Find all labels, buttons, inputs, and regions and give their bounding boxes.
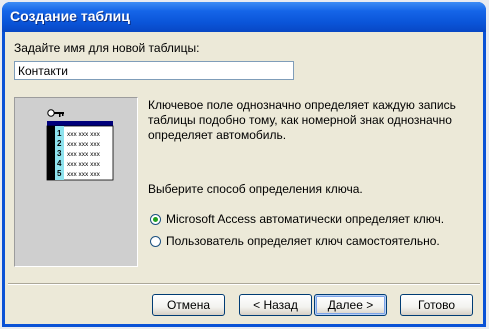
option-auto-key[interactable]: Microsoft Access автоматически определяе…	[150, 211, 444, 227]
window-title: Создание таблиц	[10, 8, 130, 24]
row-number: 3	[57, 149, 62, 158]
row-cells: xxx xxx xxx	[67, 171, 101, 178]
key-method-prompt: Выберите способ определения ключа.	[148, 182, 363, 196]
row-cells: xxx xxx xxx	[67, 151, 101, 158]
option-auto-key-label: Microsoft Access автоматически определяе…	[166, 212, 444, 226]
row-cells: xxx xxx xxx	[67, 131, 101, 138]
option-auto-key-label-text: Microsoft Access автоматически определяе…	[166, 212, 445, 226]
row-number: 1	[57, 129, 62, 138]
title-bar[interactable]: Создание таблиц	[2, 2, 486, 32]
next-button[interactable]: Далее >	[314, 294, 387, 316]
row-cells: xxx xxx xxx	[67, 141, 101, 148]
back-button[interactable]: < Назад	[239, 294, 312, 316]
table-name-input[interactable]	[14, 61, 294, 80]
key-illustration: 1 xxx xxx xxx 2 xxx xxx xxx 3 xxx xxx xxx 4 xxx…	[14, 97, 138, 267]
key-description: Ключевое поле однозначно определяет кажд…	[148, 98, 456, 142]
option-user-key-label: Пользователь определяет ключ самостоятел…	[166, 234, 440, 248]
dialog-window: Создание таблиц Задайте имя для новой та…	[2, 2, 486, 327]
finish-button[interactable]: Готово	[400, 294, 473, 316]
table-key-picture: 1 xxx xxx xxx 2 xxx xxx xxx 3 xxx xxx xxx 4 xxx…	[46, 109, 114, 181]
button-separator	[8, 283, 480, 285]
dialog-body: Задайте имя для новой таблицы: 1 xxx xxx …	[5, 32, 483, 324]
row-number: 4	[57, 159, 62, 168]
radio-auto-key[interactable]	[150, 213, 161, 225]
option-user-key[interactable]: Пользователь определяет ключ самостоятел…	[150, 233, 440, 249]
row-number: 2	[57, 139, 62, 148]
table-name-prompt: Задайте имя для новой таблицы:	[14, 41, 200, 55]
key-icon	[47, 109, 64, 117]
row-number: 5	[57, 169, 62, 178]
row-cells: xxx xxx xxx	[67, 161, 101, 168]
cancel-button[interactable]: Отмена	[152, 294, 225, 316]
radio-user-key[interactable]	[150, 235, 161, 247]
